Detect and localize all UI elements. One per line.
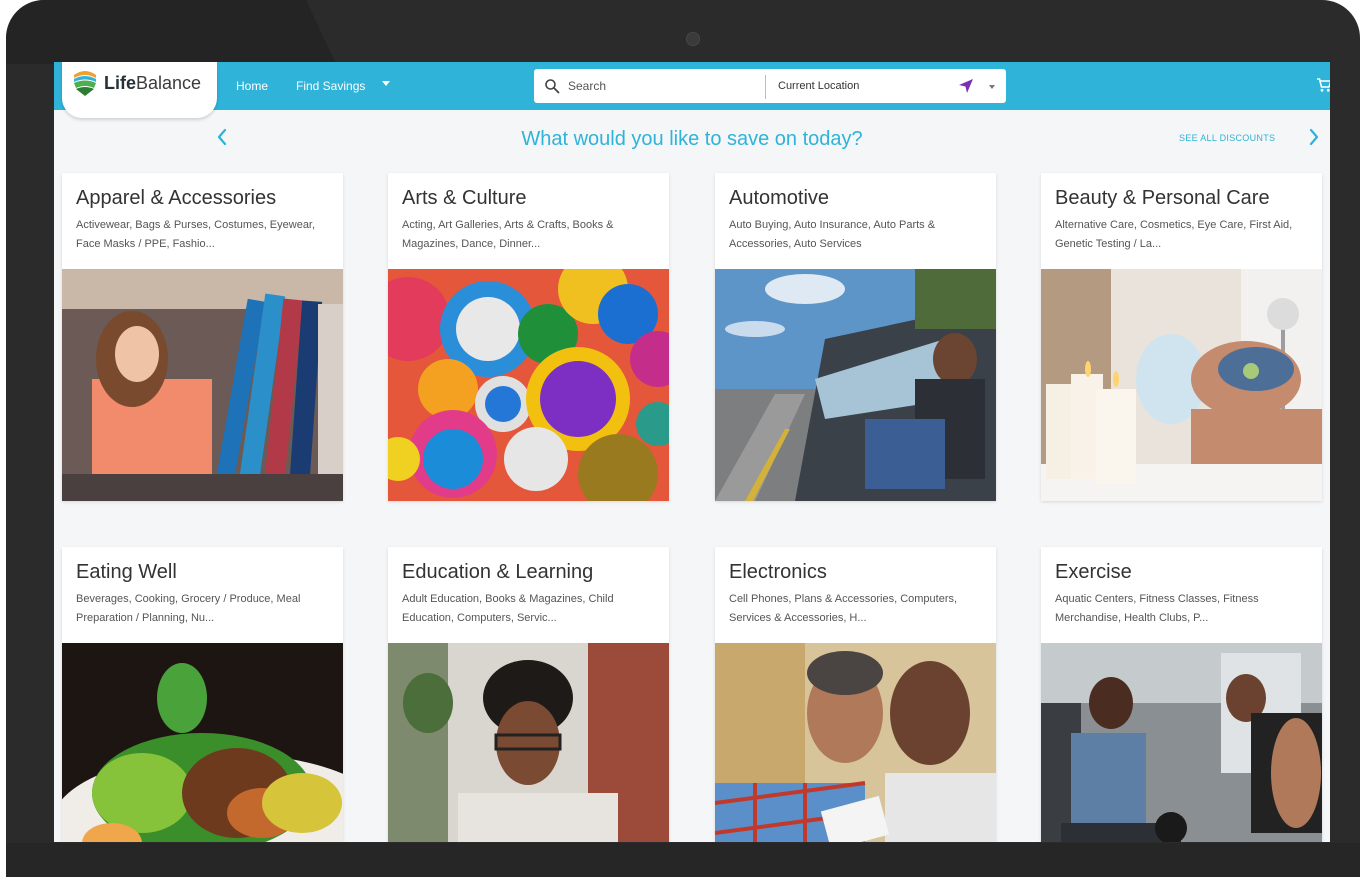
browser-screen: LifeBalance Home Find Savings Current Lo… <box>54 62 1330 842</box>
chevron-down-icon[interactable] <box>382 81 390 86</box>
search-input[interactable] <box>568 75 758 97</box>
laptop-frame: LifeBalance Home Find Savings Current Lo… <box>6 0 1360 877</box>
category-image-exercise <box>1041 643 1322 842</box>
chevron-right-icon[interactable] <box>1306 126 1322 148</box>
category-description: Activewear, Bags & Purses, Costumes, Eye… <box>76 219 316 250</box>
category-card-eating-well[interactable]: Eating Well Beverages, Cooking, Grocery … <box>62 547 343 842</box>
category-image-education <box>388 643 669 842</box>
nav-link-home[interactable]: Home <box>236 79 268 93</box>
category-card-arts-culture[interactable]: Arts & Culture Acting, Art Galleries, Ar… <box>388 173 669 501</box>
page-headline: What would you like to save on today? <box>521 128 863 150</box>
nav-link-find-savings[interactable]: Find Savings <box>296 79 365 93</box>
category-title: Apparel & Accessories <box>76 187 277 209</box>
category-image-beauty <box>1041 269 1322 501</box>
category-card-exercise[interactable]: Exercise Aquatic Centers, Fitness Classe… <box>1041 547 1322 842</box>
category-title: Education & Learning <box>402 561 594 583</box>
category-description: Acting, Art Galleries, Arts & Crafts, Bo… <box>402 219 614 250</box>
cart-icon[interactable] <box>1316 77 1330 93</box>
category-image-eating-well <box>62 643 343 842</box>
category-image-electronics <box>715 643 996 842</box>
category-card-education[interactable]: Education & Learning Adult Education, Bo… <box>388 547 669 842</box>
category-title: Automotive <box>729 187 830 209</box>
location-field[interactable]: Current Location <box>778 80 859 92</box>
top-navigation-bar: LifeBalance Home Find Savings Current Lo… <box>54 62 1330 118</box>
category-image-automotive <box>715 269 996 501</box>
bezel-reflection <box>6 0 336 64</box>
category-card-automotive[interactable]: Automotive Auto Buying, Auto Insurance, … <box>715 173 996 501</box>
logo-tab[interactable]: LifeBalance <box>62 62 217 118</box>
search-bar: Current Location <box>534 69 1006 103</box>
category-description: Auto Buying, Auto Insurance, Auto Parts … <box>729 219 936 250</box>
category-description: Beverages, Cooking, Grocery / Produce, M… <box>76 593 301 624</box>
category-image-apparel <box>62 269 343 501</box>
category-title: Electronics <box>729 561 827 583</box>
category-description: Alternative Care, Cosmetics, Eye Care, F… <box>1055 219 1293 250</box>
laptop-bottom-bezel <box>6 843 1360 877</box>
lifebalance-logo-icon <box>74 71 96 96</box>
search-divider <box>765 75 766 99</box>
see-all-discounts-link[interactable]: SEE ALL DISCOUNTS <box>1179 133 1275 143</box>
category-card-electronics[interactable]: Electronics Cell Phones, Plans & Accesso… <box>715 547 996 842</box>
category-title: Exercise <box>1055 561 1132 583</box>
category-card-apparel[interactable]: Apparel & Accessories Activewear, Bags &… <box>62 173 343 501</box>
brand-name: LifeBalance <box>104 73 202 93</box>
location-dropdown-chevron-icon[interactable] <box>989 85 995 89</box>
category-card-beauty[interactable]: Beauty & Personal Care Alternative Care,… <box>1041 173 1322 501</box>
category-description: Adult Education, Books & Magazines, Chil… <box>402 593 614 624</box>
category-title: Beauty & Personal Care <box>1055 187 1270 209</box>
category-description: Aquatic Centers, Fitness Classes, Fitnes… <box>1055 593 1259 624</box>
search-icon[interactable] <box>544 78 560 94</box>
category-title: Eating Well <box>76 561 177 583</box>
category-description: Cell Phones, Plans & Accessories, Comput… <box>729 593 958 624</box>
webcam-icon <box>686 32 700 46</box>
category-image-arts-culture <box>388 269 669 501</box>
category-title: Arts & Culture <box>402 187 527 209</box>
location-arrow-icon[interactable] <box>958 78 974 94</box>
